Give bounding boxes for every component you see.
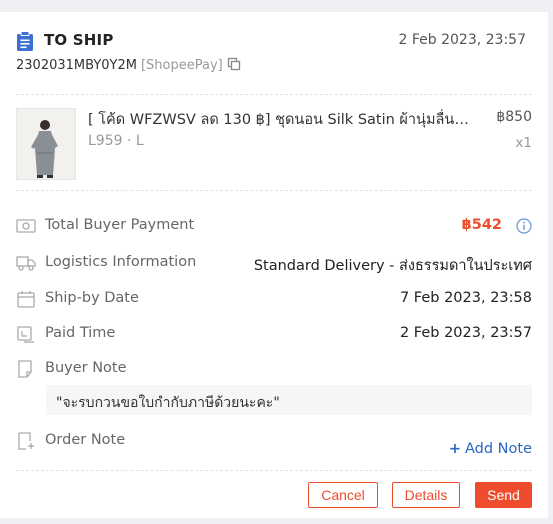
add-note-label: Add Note <box>464 441 532 457</box>
buyer-note-row: Buyer Note <box>16 359 532 381</box>
note-add-icon <box>18 432 34 450</box>
total-payment-row: Total Buyer Payment ฿542 <box>16 216 532 238</box>
ship-by-label: Ship-by Date <box>45 290 139 306</box>
copy-icon[interactable] <box>227 57 241 71</box>
ship-by-value: 7 Feb 2023, 23:58 <box>399 290 532 306</box>
product-title[interactable]: [ โค้ด WFZWSV ลด 130 ฿] ชุดนอน Silk Sati… <box>88 108 474 131</box>
send-button[interactable]: Send <box>475 482 532 508</box>
product-price: ฿850 <box>496 109 532 125</box>
paid-time-label: Paid Time <box>45 325 116 341</box>
logistics-label: Logistics Information <box>45 254 197 270</box>
order-note-label: Order Note <box>45 432 126 448</box>
order-date: 2 Feb 2023, 23:57 <box>398 32 526 48</box>
info-icon[interactable] <box>516 218 532 234</box>
logistics-row: Logistics Information Standard Delivery … <box>16 253 532 275</box>
order-id: 2302031MBY0Y2M <box>16 58 137 73</box>
ship-by-row: Ship-by Date 7 Feb 2023, 23:58 <box>16 289 532 311</box>
calendar-icon <box>17 291 35 308</box>
total-payment-label: Total Buyer Payment <box>45 217 195 233</box>
buyer-note-box: "จะรบกวนขอใบกำกับภาษีด้วยนะคะ" <box>46 385 532 415</box>
money-icon <box>16 219 36 233</box>
cancel-button[interactable]: Cancel <box>308 482 378 508</box>
product-variant: L959 · L <box>88 133 144 149</box>
order-id-row: 2302031MBY0Y2M [ShopeePay] <box>16 57 241 75</box>
order-card: TO SHIP 2 Feb 2023, 23:57 2302031MBY0Y2M… <box>0 12 548 518</box>
clipboard-icon <box>17 31 33 51</box>
clock-calendar-icon <box>17 326 34 343</box>
payment-method: [ShopeePay] <box>140 58 223 73</box>
truck-icon <box>16 256 36 271</box>
order-status: TO SHIP <box>44 31 114 49</box>
divider <box>16 470 532 471</box>
paid-time-value: 2 Feb 2023, 23:57 <box>399 325 532 341</box>
product-image[interactable] <box>16 108 76 180</box>
details-button[interactable]: Details <box>392 482 460 508</box>
logistics-value: Standard Delivery - ส่งธรรมดาในประเทศ <box>253 258 532 274</box>
product-quantity: x1 <box>515 135 532 151</box>
buyer-note-label: Buyer Note <box>45 360 127 376</box>
divider <box>16 94 532 95</box>
add-note-link[interactable]: + Add Note <box>449 441 532 457</box>
divider <box>16 190 532 191</box>
plus-icon: + <box>448 441 461 457</box>
paid-time-row: Paid Time 2 Feb 2023, 23:57 <box>16 324 532 346</box>
order-header: TO SHIP 2 Feb 2023, 23:57 <box>16 30 528 54</box>
total-payment-value: ฿542 <box>461 217 502 233</box>
note-icon <box>18 360 32 378</box>
